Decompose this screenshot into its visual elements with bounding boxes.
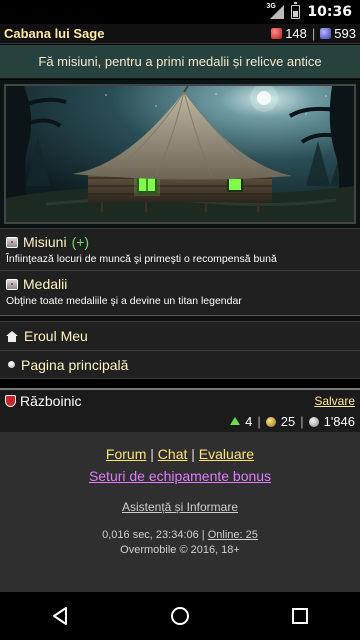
rating-link[interactable]: Evaluare xyxy=(199,446,254,462)
server-info: 0,016 sec, 23:34:06 | Online: 25 xyxy=(0,529,360,541)
hero-level: 4 xyxy=(245,414,253,429)
footer-links: Forum | Chat | Evaluare xyxy=(105,446,255,462)
forum-link[interactable]: Forum xyxy=(106,446,146,462)
support-link[interactable]: Asistență și Informare xyxy=(122,500,238,514)
my-hero-label[interactable]: Eroul Meu xyxy=(24,328,88,344)
nav-my-hero[interactable]: Eroul Meu xyxy=(0,321,360,350)
missions-label[interactable]: Misiuni xyxy=(23,234,67,250)
house-icon xyxy=(6,330,18,342)
clock: 10:36 xyxy=(307,4,352,20)
blue-gem-icon xyxy=(320,28,332,39)
app-header: Cabana lui Sage 148 | 593 xyxy=(0,24,360,44)
nav-home[interactable]: Pagina principală xyxy=(0,350,360,379)
gold-coin-icon xyxy=(265,416,276,427)
render-timing: 0,016 sec, 23:34:06 | xyxy=(102,529,205,541)
currency-display[interactable]: 148 | 593 xyxy=(271,26,356,41)
main-menu: Misiuni (+) Înfiinţează locuri de muncă … xyxy=(0,228,360,379)
status-bar: 3G 10:36 xyxy=(0,0,360,24)
hero-stats: 4 | 25 | 1'846 xyxy=(5,414,355,429)
currency-separator: | xyxy=(311,26,316,41)
missions-description: Înfiinţează locuri de muncă şi primeşti … xyxy=(6,253,277,265)
red-gem-icon xyxy=(271,28,283,39)
page-footer: Forum | Chat | Evaluare Seturi de echipa… xyxy=(0,432,360,592)
silver-count: 1'846 xyxy=(323,414,355,429)
menu-item-medals[interactable]: Medalii Obţine toate medaliile şi a devi… xyxy=(0,270,360,315)
level-up-icon xyxy=(230,416,241,425)
hero-banner xyxy=(0,80,360,228)
back-icon xyxy=(53,607,67,625)
cabin-scene-image xyxy=(6,86,354,222)
save-link[interactable]: Salvare xyxy=(314,394,355,408)
recents-icon xyxy=(292,608,308,624)
hero-name[interactable]: Războinic xyxy=(5,393,81,409)
bullet-icon xyxy=(8,361,15,368)
back-button[interactable] xyxy=(40,596,80,636)
home-circle-icon xyxy=(171,607,189,625)
hero-class-label[interactable]: Războinic xyxy=(20,393,81,409)
missions-new-indicator: (+) xyxy=(71,234,90,250)
red-gem-count: 148 xyxy=(285,26,307,41)
system-nav-bar xyxy=(0,592,360,640)
cabin-illustration xyxy=(4,84,356,224)
medals-label[interactable]: Medalii xyxy=(23,276,67,292)
menu-item-missions[interactable]: Misiuni (+) Înfiinţează locuri de muncă … xyxy=(0,228,360,270)
chest-icon xyxy=(6,278,18,290)
chat-link[interactable]: Chat xyxy=(158,446,188,462)
page-title: Cabana lui Sage xyxy=(4,26,105,41)
copyright: Overmobile © 2016, 18+ xyxy=(120,544,240,556)
home-label[interactable]: Pagina principală xyxy=(21,357,128,373)
bonus-equipment-link[interactable]: Seturi de echipamente bonus xyxy=(89,468,271,484)
hero-status-panel: Războinic Salvare 4 | 25 | 1'846 xyxy=(0,388,360,432)
medals-description: Obţine toate medaliile şi a devine un ti… xyxy=(6,295,242,307)
chest-icon xyxy=(6,236,18,248)
silver-coin-icon xyxy=(308,416,319,427)
signal-icon: 3G xyxy=(266,3,285,19)
battery-icon xyxy=(291,2,301,19)
gold-count: 25 xyxy=(280,414,296,429)
recents-button[interactable] xyxy=(280,596,320,636)
tagline: Fă misiuni, pentru a primi medalii și re… xyxy=(0,45,360,79)
home-button[interactable] xyxy=(160,596,200,636)
shield-icon xyxy=(5,395,16,407)
blue-gem-count: 593 xyxy=(334,26,356,41)
online-count-link[interactable]: Online: 25 xyxy=(208,529,258,541)
